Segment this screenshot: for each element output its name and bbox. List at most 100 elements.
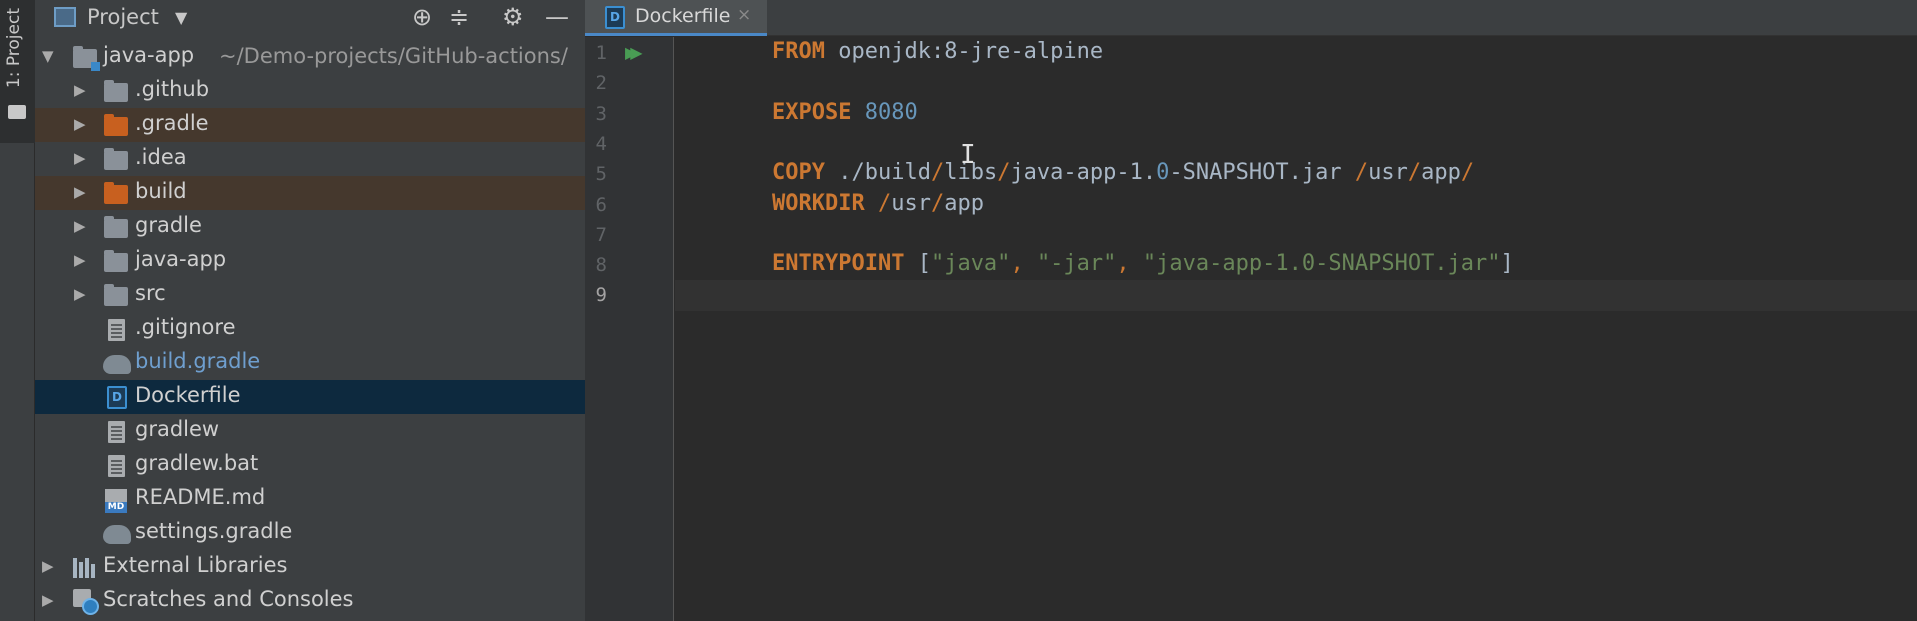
chevron-right-icon[interactable]: ▶: [74, 285, 86, 303]
code-line-6[interactable]: WORKDIR /usr/app: [772, 191, 984, 216]
keyword-workdir: WORKDIR: [772, 191, 865, 216]
tree-item-dockerfile[interactable]: D Dockerfile: [35, 380, 585, 414]
tree-label: java-app: [103, 43, 195, 67]
tree-item-scratches[interactable]: ▶ Scratches and Consoles: [35, 584, 585, 618]
comma: ,: [1116, 251, 1143, 276]
path-separator: /: [1460, 160, 1475, 185]
code-text: usr: [1368, 160, 1408, 185]
project-view-selector[interactable]: Project: [87, 5, 159, 29]
editor-tab-bar: D Dockerfile ×: [585, 0, 1917, 36]
locate-file-icon[interactable]: ⊕: [412, 3, 432, 31]
tree-label: Dockerfile: [135, 383, 241, 407]
path-separator: /: [1407, 160, 1422, 185]
tree-item-settings-gradle[interactable]: settings.gradle: [35, 516, 585, 550]
chevron-right-icon[interactable]: ▶: [42, 591, 54, 609]
tree-item-java-app[interactable]: ▶ java-app: [35, 244, 585, 278]
line-number: 5: [595, 163, 607, 185]
tree-item-src[interactable]: ▶ src: [35, 278, 585, 312]
string-literal: "java": [930, 251, 1011, 276]
dockerfile-icon: D: [107, 386, 127, 409]
tree-item-gitignore[interactable]: .gitignore: [35, 312, 585, 346]
tree-item-gradlew[interactable]: gradlew: [35, 414, 585, 448]
tree-root-path: ~/Demo-projects/GitHub-actions/: [219, 44, 568, 68]
line-number: 6: [595, 194, 607, 216]
text-file-icon: [108, 319, 125, 341]
path-separator: /: [930, 160, 945, 185]
line-number: 8: [595, 254, 607, 276]
gradle-elephant-icon: [103, 525, 131, 544]
folder-icon: [104, 250, 128, 272]
chevron-right-icon[interactable]: ▶: [74, 115, 86, 133]
tree-item-external-libraries[interactable]: ▶ External Libraries: [35, 550, 585, 584]
run-icon[interactable]: ▶▶: [625, 43, 642, 62]
tree-label: src: [135, 281, 166, 305]
tree-root-java-app[interactable]: ▼ java-app ~/Demo-projects/GitHub-action…: [35, 40, 585, 74]
tree-item-readme[interactable]: MD README.md: [35, 482, 585, 516]
tree-label: .gitignore: [135, 315, 236, 339]
excluded-folder-icon: [104, 114, 128, 136]
hide-panel-icon[interactable]: —: [545, 3, 569, 31]
text-file-icon: [108, 421, 125, 443]
line-number: 7: [595, 224, 607, 246]
text-cursor-icon: I: [960, 140, 976, 170]
tree-item-gradlew-bat[interactable]: gradlew.bat: [35, 448, 585, 482]
collapse-all-icon[interactable]: ≑: [449, 3, 469, 31]
line-number: 3: [595, 103, 607, 125]
chevron-right-icon[interactable]: ▶: [74, 81, 86, 99]
tree-label: README.md: [135, 485, 266, 509]
code-line-3[interactable]: EXPOSE 8080: [772, 100, 918, 125]
tab-dockerfile[interactable]: D Dockerfile ×: [585, 0, 767, 36]
tree-item-github[interactable]: ▶ .github: [35, 74, 585, 108]
tree-item-gradle[interactable]: ▶ gradle: [35, 210, 585, 244]
path-separator: /: [1354, 160, 1369, 185]
gear-icon[interactable]: ⚙: [502, 3, 524, 31]
line-number-current: 9: [595, 284, 607, 306]
gradle-elephant-icon: [103, 355, 131, 374]
keyword-copy: COPY: [772, 160, 825, 185]
module-folder-icon: [73, 46, 100, 71]
chevron-right-icon[interactable]: ▶: [74, 183, 86, 201]
tree-item-build-gradle[interactable]: build.gradle: [35, 346, 585, 380]
code-line-5[interactable]: COPY ./build/libs/java-app-1.0-SNAPSHOT.…: [772, 160, 1474, 185]
tree-label: .github: [135, 77, 210, 101]
string-literal: "java-app-1.0-SNAPSHOT.jar": [1142, 251, 1501, 276]
tree-label: External Libraries: [103, 553, 288, 577]
code-text: app: [944, 191, 984, 216]
scratches-icon: [73, 589, 99, 615]
code-text: ]: [1500, 251, 1514, 276]
tree-item-idea[interactable]: ▶ .idea: [35, 142, 585, 176]
tab-label: Dockerfile: [635, 5, 731, 27]
chevron-right-icon[interactable]: ▶: [74, 217, 86, 235]
tree-label: java-app: [135, 247, 227, 271]
line-number-gutter: 1 ▶▶ 2 3 4 5 6 7 8 9: [585, 37, 674, 621]
chevron-right-icon[interactable]: ▶: [42, 557, 54, 575]
project-tab-label: 1: Project: [4, 8, 24, 89]
port-number: 8080: [864, 100, 918, 125]
code-editor[interactable]: FROM openjdk:8-jre-alpine EXPOSE 8080 CO…: [675, 37, 1917, 621]
current-line-highlight: [675, 280, 1917, 311]
tree-label: build.gradle: [135, 349, 261, 373]
code-line-1[interactable]: FROM openjdk:8-jre-alpine: [772, 39, 1103, 64]
chevron-right-icon[interactable]: ▶: [74, 251, 86, 269]
tree-item-gradle-dir[interactable]: ▶ .gradle: [35, 108, 585, 142]
tree-label: gradlew.bat: [135, 451, 259, 475]
tree-label: build: [135, 179, 187, 203]
chevron-down-icon[interactable]: ▼: [175, 8, 187, 27]
chevron-right-icon[interactable]: ▶: [74, 149, 86, 167]
keyword-entrypoint: ENTRYPOINT: [772, 251, 905, 276]
tree-label: .idea: [135, 145, 187, 169]
version-number: 0: [1156, 160, 1170, 185]
close-icon[interactable]: ×: [737, 5, 751, 25]
keyword-from: FROM: [772, 39, 825, 64]
line-number: 2: [595, 72, 607, 94]
project-tool-window-tab[interactable]: 1: Project: [0, 0, 35, 143]
tree-label: Scratches and Consoles: [103, 587, 354, 611]
tree-label: .gradle: [135, 111, 209, 135]
tree-item-build[interactable]: ▶ build: [35, 176, 585, 210]
chevron-down-icon[interactable]: ▼: [42, 47, 54, 65]
code-line-8[interactable]: ENTRYPOINT ["java", "-jar", "java-app-1.…: [772, 251, 1514, 276]
keyword-expose: EXPOSE: [772, 100, 852, 125]
folder-icon: [104, 284, 128, 306]
editor-area: D Dockerfile × 1 ▶▶ 2 3 4 5 6 7 8 9 FROM…: [585, 0, 1917, 621]
tree-label: gradlew: [135, 417, 220, 441]
